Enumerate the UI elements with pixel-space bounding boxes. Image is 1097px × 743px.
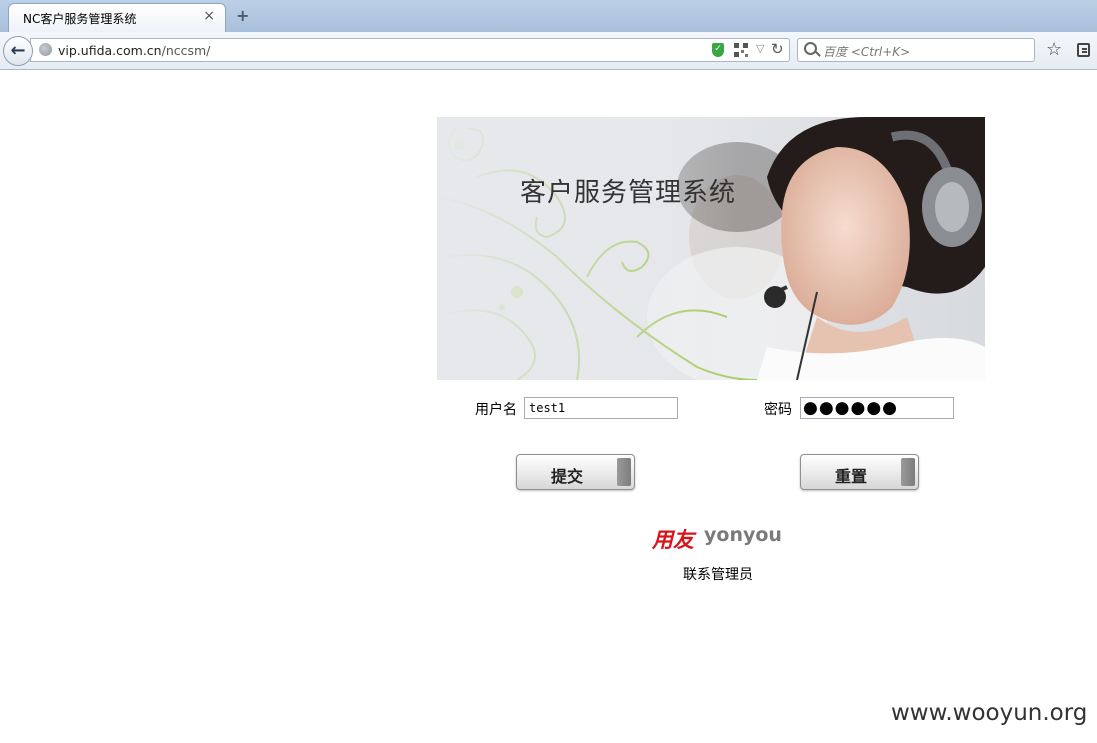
dropdown-arrow-icon[interactable]: ▽ — [756, 42, 764, 55]
search-icon — [804, 42, 817, 55]
qr-code-icon[interactable] — [734, 43, 748, 57]
globe-icon — [39, 43, 52, 56]
shield-icon[interactable]: ✓ — [712, 43, 724, 57]
url-path: /nccsm/ — [161, 43, 211, 58]
search-placeholder: 百度 <Ctrl+K> — [823, 45, 911, 59]
new-tab-button[interactable]: + — [236, 6, 249, 25]
contact-admin-link[interactable]: 联系管理员 — [683, 564, 753, 584]
star-icon[interactable]: ☆ — [1046, 39, 1062, 60]
reset-button[interactable]: 重置 — [800, 454, 919, 490]
logo-english: yonyou — [704, 524, 782, 546]
back-button[interactable]: ← — [3, 36, 33, 66]
yonyou-logo: 用友 yonyou — [652, 524, 792, 552]
search-bar[interactable]: 百度 <Ctrl+K> — [797, 38, 1035, 62]
reload-icon[interactable]: ↻ — [771, 40, 784, 58]
password-mask: ●●●●●● — [803, 398, 899, 418]
url-text[interactable]: vip.ufida.com.cn/nccsm/ — [58, 43, 210, 58]
logo-chinese: 用友 — [652, 528, 694, 552]
banner-title: 客户服务管理系统 — [520, 178, 737, 208]
submit-button[interactable]: 提交 — [516, 454, 635, 490]
submit-button-label: 提交 — [550, 467, 583, 486]
username-label: 用户名 — [475, 402, 517, 418]
tab-title: NC客户服务管理系统 — [23, 12, 137, 26]
button-grip-icon — [617, 458, 631, 486]
navigation-bar: vip.ufida.com.cn/nccsm/ ✓ ▽ ↻ ← 百度 <Ctrl… — [0, 32, 1097, 70]
username-input[interactable] — [524, 397, 678, 419]
banner-artwork — [437, 117, 985, 380]
watermark: www.wooyun.org — [891, 700, 1088, 726]
url-host: vip.ufida.com.cn — [58, 43, 162, 58]
tab-bar: NC客户服务管理系统 × + — [0, 0, 1097, 32]
browser-tab[interactable]: NC客户服务管理系统 × — [8, 3, 226, 32]
bookmarks-icon[interactable] — [1077, 43, 1090, 57]
reset-button-label: 重置 — [834, 467, 867, 486]
close-tab-icon[interactable]: × — [203, 8, 215, 24]
banner-image: 客户服务管理系统 — [437, 117, 985, 380]
back-arrow-icon: ← — [10, 40, 26, 61]
password-label: 密码 — [764, 402, 792, 418]
button-grip-icon — [901, 458, 915, 486]
address-bar[interactable]: vip.ufida.com.cn/nccsm/ ✓ ▽ ↻ — [30, 38, 790, 62]
